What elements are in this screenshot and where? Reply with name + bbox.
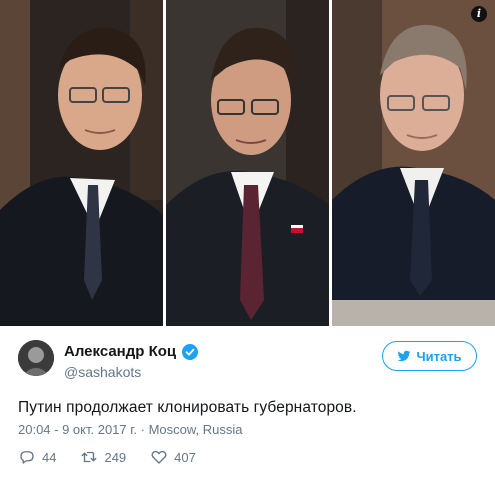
tweet-author: Александр Коц @sashakots Читать [18,340,477,384]
media-photo-left[interactable] [0,0,163,326]
portrait-photo [166,0,329,326]
tweet-timestamp[interactable]: 20:04 - 9 окт. 2017 г. [18,422,137,437]
reply-count: 44 [42,449,57,465]
portrait-photo [0,0,163,326]
info-icon[interactable]: i [471,6,487,22]
follow-button[interactable]: Читать [382,341,477,371]
author-handle[interactable]: @sashakots [64,364,141,380]
reply-icon [20,451,34,464]
reply-action[interactable]: 44 [18,448,56,466]
retweet-count: 249 [104,449,127,465]
author-display-name[interactable]: Александр Коц [64,343,176,360]
retweet-action[interactable]: 249 [80,448,126,466]
like-count: 407 [174,449,196,465]
heart-icon [151,450,167,464]
follow-button-label: Читать [416,348,462,364]
retweet-icon [82,451,97,463]
avatar-image [18,340,54,376]
tweet-actions: 44 249 407 [18,448,196,466]
portrait-photo [332,0,495,326]
author-name-line: Александр Коц [64,343,199,360]
meta-separator: · [137,422,149,437]
media-photo-center[interactable] [166,0,329,326]
tweet-text: Путин продолжает клонировать губернаторо… [18,399,357,416]
media-photo-right[interactable]: i [332,0,495,326]
verified-badge-icon [182,343,199,360]
tweet-meta: 20:04 - 9 окт. 2017 г. · Moscow, Russia [18,422,243,437]
tweet-media[interactable]: i [0,0,495,326]
twitter-bird-icon [398,350,411,362]
avatar[interactable] [18,340,54,376]
like-action[interactable]: 407 [150,448,196,466]
tweet-location[interactable]: Moscow, Russia [149,422,243,437]
